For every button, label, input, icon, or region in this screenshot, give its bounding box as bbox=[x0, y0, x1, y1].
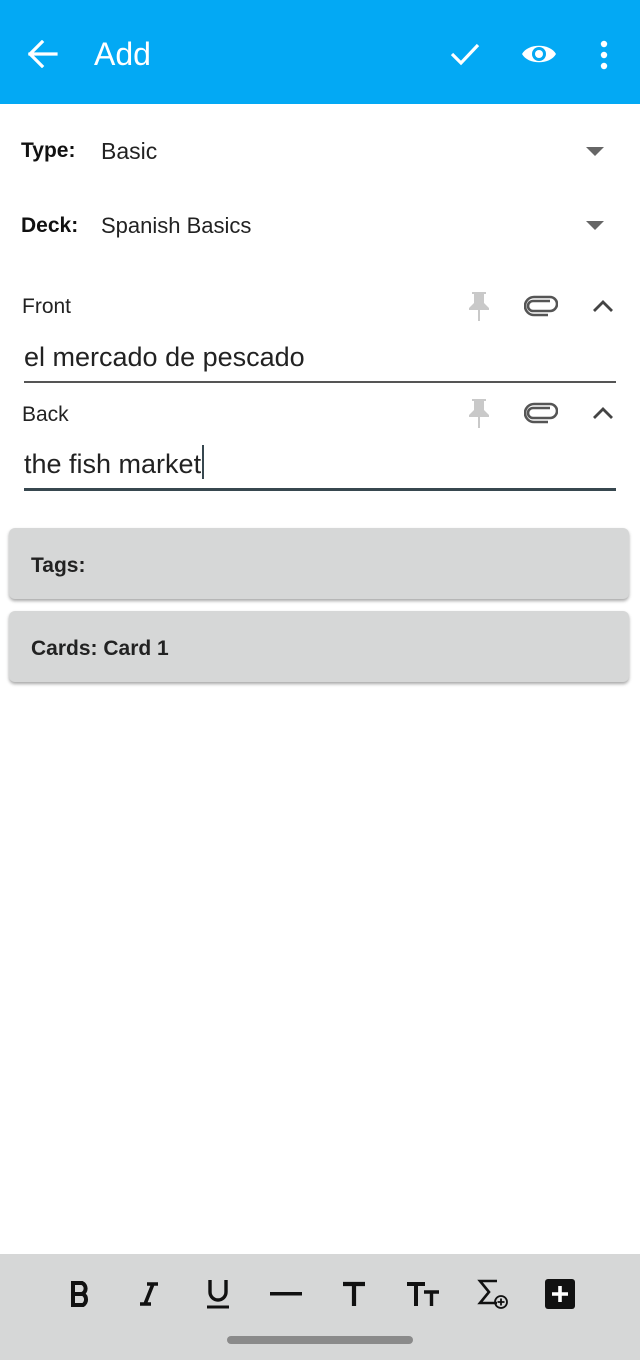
deck-selector[interactable]: Deck: Spanish Basics bbox=[0, 196, 640, 256]
paperclip-icon[interactable] bbox=[524, 402, 558, 424]
chevron-up-icon[interactable] bbox=[592, 405, 614, 421]
italic-icon[interactable] bbox=[123, 1270, 175, 1318]
cards-button[interactable]: Cards: Card 1 bbox=[9, 611, 629, 682]
deck-value: Spanish Basics bbox=[101, 213, 252, 238]
deck-label: Deck: bbox=[21, 214, 79, 237]
pin-icon[interactable] bbox=[466, 397, 492, 429]
gesture-navigation-bar[interactable] bbox=[227, 1336, 413, 1344]
chevron-up-icon[interactable] bbox=[592, 298, 614, 314]
underline-icon[interactable] bbox=[192, 1270, 244, 1318]
check-icon[interactable] bbox=[450, 42, 480, 66]
front-field-label: Front bbox=[22, 295, 72, 318]
paperclip-icon[interactable] bbox=[524, 295, 558, 317]
mathjax-icon[interactable] bbox=[467, 1270, 519, 1318]
font-size-icon[interactable] bbox=[397, 1270, 449, 1318]
back-field-value: the fish market bbox=[24, 449, 202, 479]
front-field-input[interactable]: el mercado de pescado bbox=[24, 337, 616, 383]
note-type-selector[interactable]: Type: Basic bbox=[0, 122, 640, 182]
back-field-input[interactable]: the fish market bbox=[24, 444, 616, 491]
pin-icon[interactable] bbox=[466, 290, 492, 322]
bold-icon[interactable] bbox=[55, 1270, 107, 1318]
back-field-label: Back bbox=[22, 403, 69, 426]
eye-icon[interactable] bbox=[521, 40, 557, 68]
note-type-label: Type: bbox=[21, 139, 76, 162]
add-custom-button-icon[interactable] bbox=[534, 1270, 586, 1318]
front-field-value: el mercado de pescado bbox=[24, 342, 305, 372]
cards-label: Cards: Card 1 bbox=[31, 637, 169, 660]
more-vert-icon[interactable] bbox=[598, 40, 610, 70]
formatting-toolbar bbox=[0, 1254, 640, 1360]
tags-button[interactable]: Tags: bbox=[9, 528, 629, 599]
tags-label: Tags: bbox=[31, 554, 86, 577]
page-title: Add bbox=[94, 36, 151, 72]
text-cursor bbox=[202, 445, 205, 479]
horizontal-rule-icon[interactable] bbox=[260, 1270, 312, 1318]
note-type-value: Basic bbox=[101, 138, 158, 164]
text-size-icon[interactable] bbox=[328, 1270, 380, 1318]
arrow-back-icon[interactable] bbox=[28, 40, 58, 68]
chevron-down-icon[interactable] bbox=[586, 221, 604, 230]
chevron-down-icon[interactable] bbox=[586, 147, 604, 156]
app-bar: Add bbox=[0, 0, 640, 104]
